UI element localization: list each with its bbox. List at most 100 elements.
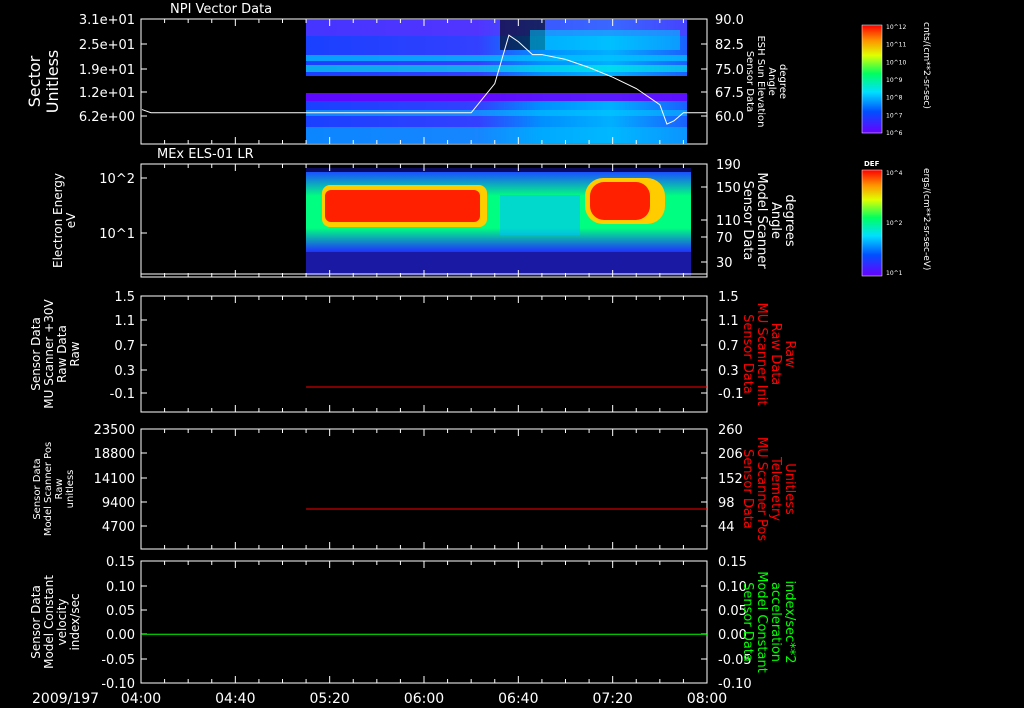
colorbar-2-tick: 10^1 — [886, 270, 903, 277]
right-tick-label: 110 — [716, 214, 741, 229]
x-tick-label: 04:00 — [121, 691, 161, 707]
colorbar-1-tick: 10^11 — [886, 42, 906, 49]
left-tick-label: 1.1 — [114, 314, 135, 329]
x-tick-label: 06:00 — [404, 691, 444, 707]
left-tick-label: 0.15 — [106, 555, 135, 570]
left-axis-label: index/sec — [68, 593, 82, 650]
right-tick-label: 1.1 — [718, 314, 739, 329]
right-axis-label: Raw — [782, 340, 797, 368]
right-axis-label: Sensor Data — [740, 449, 755, 529]
right-axis-label: Angle — [766, 67, 777, 95]
right-tick-label: 152 — [718, 472, 743, 487]
left-axis-label: Model Scanner Pos — [43, 442, 54, 536]
x-tick-label: 07:20 — [592, 691, 632, 707]
right-tick-label: 75.0 — [715, 63, 744, 78]
right-tick-label: -0.1 — [718, 387, 743, 402]
left-tick-label: 14100 — [94, 472, 135, 487]
x-tick-label: 04:40 — [215, 691, 255, 707]
right-axis-label: Telemetry — [768, 456, 783, 521]
right-axis-label: Model Scanner — [754, 172, 769, 269]
left-axis-label: velocity — [55, 599, 69, 646]
right-tick-label: 0.3 — [718, 364, 739, 379]
x-tick-label: 05:20 — [309, 691, 349, 707]
right-axis-label: acceleration — [768, 582, 783, 662]
left-axis-label: Sector — [25, 55, 44, 107]
x-tick-label: 06:40 — [498, 691, 538, 707]
left-axis-label: Sensor Data — [29, 317, 43, 391]
date-label: 2009/197 — [32, 691, 99, 707]
right-axis-label: Sensor Data — [744, 51, 755, 112]
left-tick-label: 10^1 — [99, 227, 135, 242]
left-axis-label: Sensor Data — [29, 585, 43, 659]
colorbar-1-tick: 10^8 — [886, 95, 903, 102]
right-axis-label: degree — [777, 64, 788, 99]
left-tick-label: 6.2e+00 — [79, 110, 135, 125]
left-axis-label: Unitless — [43, 50, 62, 114]
right-tick-label: 44 — [718, 520, 735, 535]
right-axis-label: Sensor Data — [740, 181, 755, 261]
right-axis-label: Sensor Data — [740, 314, 755, 394]
colorbar-1-tick: 10^12 — [886, 24, 906, 31]
right-tick-label: 60.0 — [715, 110, 744, 125]
right-axis-label: ESH Sun Elevation — [755, 35, 766, 127]
colorbar-1-unit: cnts/(cm**2-sr-sec) — [921, 22, 931, 109]
colorbar-2-tick: 10^2 — [886, 220, 903, 227]
left-axis-label: Raw — [54, 478, 65, 499]
colorbar-1-tick: 10^7 — [886, 112, 903, 119]
left-tick-label: 18800 — [94, 447, 135, 462]
left-tick-label: 1.5 — [114, 290, 135, 305]
right-axis-label: Angle — [768, 202, 783, 239]
panel-2-title: MEx ELS-01 LR — [157, 147, 254, 162]
right-axis-label: MU Scanner Pos — [754, 437, 769, 542]
right-tick-label: 1.5 — [718, 290, 739, 305]
left-tick-label: 0.3 — [114, 364, 135, 379]
left-axis-label: eV — [64, 212, 78, 228]
left-axis-label: Electron Energy — [51, 173, 65, 268]
right-axis-label: Raw Data — [768, 323, 783, 386]
x-tick-label: 08:00 — [687, 691, 727, 707]
right-tick-label: 90.0 — [715, 13, 744, 28]
right-axis-label: Unitless — [782, 463, 797, 515]
left-tick-label: -0.10 — [101, 677, 135, 692]
colorbar-1 — [861, 24, 883, 134]
left-tick-label: 0.05 — [106, 604, 135, 619]
left-axis-label: MU Scanner +30V — [42, 299, 56, 409]
right-tick-label: 150 — [716, 181, 741, 196]
panel-1-heatmap — [306, 20, 687, 143]
right-tick-label: 82.5 — [715, 38, 744, 53]
left-tick-label: 1.9e+01 — [79, 63, 135, 78]
left-tick-label: 9400 — [102, 496, 135, 511]
left-tick-label: 10^2 — [99, 172, 135, 187]
left-axis-label: unitless — [65, 470, 76, 509]
right-axis-label: index/sec**2 — [782, 580, 797, 663]
colorbar-1-tick: 10^6 — [886, 130, 903, 137]
right-tick-label: 206 — [718, 447, 743, 462]
right-tick-label: 70 — [716, 231, 733, 246]
panel-4-frame — [140, 428, 708, 550]
left-tick-label: 0.7 — [114, 339, 135, 354]
colorbar-2 — [861, 169, 883, 277]
right-tick-label: 98 — [718, 496, 735, 511]
colorbar-2-tick: 10^4 — [886, 170, 903, 177]
right-tick-label: 0.7 — [718, 339, 739, 354]
chart-canvas: NPI Vector Data MEx ELS-01 LR NF DEF cnt… — [25, 2, 931, 707]
right-axis-label: Model Constant — [754, 571, 769, 673]
left-tick-label: 3.1e+01 — [79, 13, 135, 28]
left-axis-label: Sensor Data — [32, 458, 43, 519]
left-tick-label: 23500 — [94, 423, 135, 438]
left-axis-label: Model Constant — [42, 575, 56, 669]
right-tick-label: -0.10 — [718, 677, 752, 692]
right-axis-label: Sensor Data — [740, 582, 755, 662]
colorbar-2-unit: ergs/(cm**2-sr-sec-eV) — [921, 168, 931, 270]
colorbar-1-tick: 10^9 — [886, 77, 903, 84]
left-axis-label: Raw Data — [55, 325, 69, 383]
left-tick-label: 4700 — [102, 520, 135, 535]
left-tick-label: 0.00 — [106, 628, 135, 643]
panel-1-title: NPI Vector Data — [170, 2, 272, 17]
left-tick-label: 2.5e+01 — [79, 38, 135, 53]
right-tick-label: 30 — [716, 256, 733, 271]
left-tick-label: 0.10 — [106, 580, 135, 595]
colorbar-1-tick: 10^10 — [886, 59, 906, 66]
right-axis-label: degrees — [782, 194, 797, 247]
right-tick-label: 190 — [716, 158, 741, 173]
